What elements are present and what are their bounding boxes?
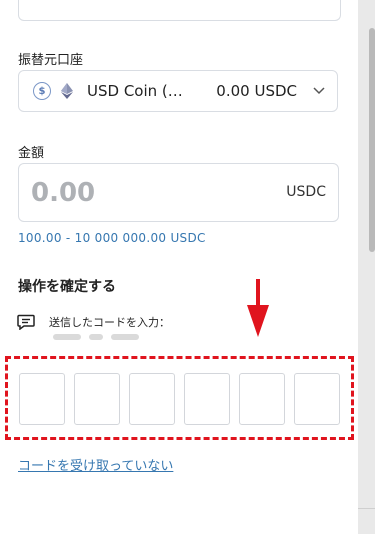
code-digit-4[interactable] bbox=[184, 373, 230, 425]
amount-field[interactable]: USDC bbox=[18, 163, 339, 222]
amount-range-hint: 100.00 - 10 000 000.00 USDC bbox=[18, 231, 206, 245]
source-account-label: 振替元口座 bbox=[18, 53, 84, 68]
code-digit-2[interactable] bbox=[74, 373, 120, 425]
chevron-down-icon bbox=[313, 87, 325, 95]
down-arrow-icon bbox=[247, 279, 269, 337]
source-account-select[interactable]: $ USD Coin (… 0.00 USDC bbox=[18, 70, 338, 112]
code-digit-5[interactable] bbox=[239, 373, 285, 425]
amount-currency: USDC bbox=[286, 184, 326, 200]
resend-code-link[interactable]: コードを受け取っていない bbox=[18, 455, 173, 474]
scrollbar-divider bbox=[358, 508, 375, 509]
confirm-section-title: 操作を確定する bbox=[18, 279, 116, 295]
previous-field[interactable] bbox=[18, 0, 341, 21]
amount-label: 金額 bbox=[18, 146, 45, 161]
code-digit-3[interactable] bbox=[129, 373, 175, 425]
ethereum-icon bbox=[59, 83, 75, 99]
code-sent-label: 送信したコードを入力： bbox=[49, 316, 170, 329]
account-name: USD Coin (… bbox=[87, 82, 183, 100]
code-digit-1[interactable] bbox=[19, 373, 65, 425]
scrollbar-thumb[interactable] bbox=[369, 28, 375, 252]
masked-phone-number bbox=[49, 331, 143, 343]
amount-input[interactable] bbox=[31, 174, 231, 212]
account-balance: 0.00 USDC bbox=[216, 82, 297, 100]
usdc-icon: $ bbox=[33, 82, 51, 100]
code-digit-6[interactable] bbox=[294, 373, 340, 425]
message-icon bbox=[17, 314, 35, 330]
